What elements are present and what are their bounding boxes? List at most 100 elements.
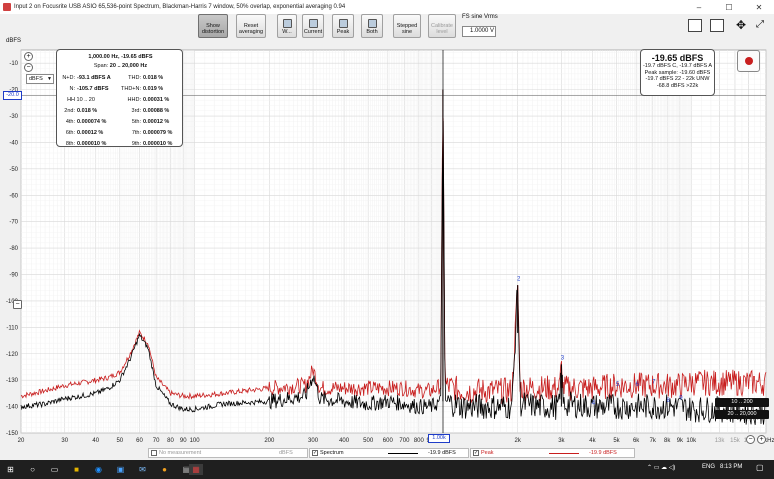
x-tick-label: 7k [650, 438, 657, 444]
x-tick-label: 100 [190, 438, 201, 444]
taskbar: ⊞ ○ ▭ ■ ◉ ▣ ✉ ● ▤ ▦ ⌃ ▭ ☁ ◁) ENG 8:13 PM… [0, 460, 774, 479]
current-button[interactable]: Current [302, 14, 324, 38]
distortion-label: N: [69, 86, 76, 92]
y-tick-label: -80 [9, 246, 18, 252]
search-icon[interactable]: ○ [27, 464, 38, 475]
distortion-value: -93.1 dBFS A [77, 75, 111, 81]
x-tick-label: 8k [664, 438, 671, 444]
checkbox-icon[interactable] [151, 449, 157, 456]
distortion-value: 0.000010 % [143, 141, 173, 147]
distortion-label: 9th: [131, 141, 141, 147]
x-tick-label: 70 [153, 438, 160, 444]
x-zoom-out-icon[interactable]: − [746, 435, 755, 444]
range-button-full[interactable]: 20 .. 20,000 [715, 410, 769, 419]
bar-graph-icon[interactable] [688, 19, 702, 32]
clock[interactable]: 8:13 PM [720, 464, 742, 470]
distortion-label: 3rd: [131, 108, 141, 114]
legend-no-measurement[interactable]: No measurement dBFS [148, 448, 308, 458]
rew-taskbar-icon[interactable]: ▦ [189, 464, 203, 475]
distortion-label: 4th: [65, 119, 75, 125]
app-icon [3, 3, 11, 11]
checkbox-checked-icon[interactable]: ✓ [312, 449, 318, 456]
language-indicator[interactable]: ENG [702, 464, 715, 470]
distortion-label: HHD: [127, 97, 141, 103]
stepped-sine-button[interactable]: Stepped sine [393, 14, 421, 38]
distortion-value: 0.019 % [143, 86, 164, 92]
mail-icon[interactable]: ✉ [137, 464, 148, 475]
close-button[interactable]: ✕ [744, 0, 774, 14]
x-tick-label: 15k [730, 438, 741, 444]
grid-view-icon[interactable] [710, 19, 724, 32]
legend-peak[interactable]: ✓ Peak -19.9 dBFS [470, 448, 635, 458]
level-panel: -19.65 dBFS -19.7 dBFS C, -19.7 dBFS A P… [640, 49, 715, 96]
distortion-label: 2nd: [64, 108, 75, 114]
cursor-freq-box[interactable]: 1.00k [428, 434, 450, 443]
distortion-label: 8th: [65, 141, 75, 147]
distortion-row: 4th: 0.000074 % 5th: 0.00012 % [61, 119, 181, 128]
distortion-header: 1,000.00 Hz, -19.65 dBFS [88, 54, 153, 60]
y-tick-label: -50 [9, 167, 18, 173]
distortion-row: 6th: 0.00012 % 7th: 0.000079 % [61, 130, 181, 139]
y-tick-label: -110 [6, 325, 18, 331]
x-tick-label: 6k [633, 438, 640, 444]
distortion-label: 6th: [65, 130, 75, 136]
app-icon-1[interactable]: ● [159, 464, 170, 475]
reset-averaging-button[interactable]: Reset averaging [236, 14, 266, 38]
x-tick-label: 3k [558, 438, 565, 444]
distortion-label: HH 10 .. 20 [67, 97, 95, 103]
x-tick-label: 500 [363, 438, 374, 444]
peak-button[interactable]: Peak [332, 14, 354, 38]
x-tick-label: 13k [715, 438, 726, 444]
both-button[interactable]: Both [361, 14, 383, 38]
distortion-label: 7th: [131, 130, 141, 136]
y-zoom-out-icon[interactable]: − [13, 300, 22, 309]
y-tick-label: -130 [6, 378, 19, 384]
unit-select[interactable]: dBFS ▼ [26, 74, 54, 84]
show-distortion-button[interactable]: Show distortion [198, 14, 228, 38]
windows-start-icon[interactable]: ⊞ [5, 464, 16, 475]
move-arrows-icon[interactable]: ✥ [734, 19, 748, 32]
tray-icons[interactable]: ⌃ ▭ ☁ ◁) [647, 464, 675, 471]
x-tick-label: 20 [18, 438, 25, 444]
zoom-in-icon[interactable]: + [24, 52, 33, 61]
y-tick-label: -60 [9, 193, 18, 199]
x-tick-label: 700 [399, 438, 410, 444]
no-measurement-label: No measurement [159, 450, 202, 456]
notification-icon[interactable]: ▢ [756, 463, 764, 472]
zoom-out-icon[interactable]: − [24, 63, 33, 72]
y-tick-labels: -10-20-30-40-50-60-70-80-90-100-110-120-… [6, 61, 19, 437]
minimize-button[interactable]: – [684, 0, 714, 14]
range-button-low[interactable]: 10 .. 200 [715, 398, 769, 407]
span-row: Span: 20 .. 20,000 Hz [57, 63, 184, 69]
record-button[interactable] [737, 50, 760, 72]
level-line: -68.8 dBFS >22k [656, 82, 699, 89]
expand-icon[interactable]: ⤢ [756, 19, 767, 32]
store-icon[interactable]: ▣ [115, 464, 126, 475]
unit-select-value: dBFS [29, 76, 43, 82]
x-tick-label: 5k [613, 438, 620, 444]
checkbox-checked-icon[interactable]: ✓ [473, 449, 479, 456]
legend-spectrum[interactable]: ✓ Spectrum -19.9 dBFS [309, 448, 469, 458]
level-line: -19.7 dBFS C, -19.7 dBFS A [642, 63, 713, 69]
x-tick-label: 60 [136, 438, 143, 444]
level-value: -19.65 dBFS [651, 53, 704, 63]
distortion-label: 5th: [131, 119, 141, 125]
maximize-button[interactable]: ☐ [714, 0, 744, 14]
task-view-icon[interactable]: ▭ [49, 464, 60, 475]
spectrum-value: -19.9 dBFS [428, 450, 456, 456]
x-zoom-in-icon[interactable]: + [757, 435, 766, 444]
y-tick-label: -10 [9, 61, 18, 67]
peak-value: -19.9 dBFS [589, 450, 617, 456]
calibrate-level-button[interactable]: Calibrate level [428, 14, 456, 38]
window-select-button[interactable]: W... [277, 14, 297, 38]
fs-sine-input[interactable]: 1.0000 V [462, 26, 496, 37]
level-marker-box[interactable]: -20.0 [3, 91, 22, 100]
x-tick-label: 4k [589, 438, 596, 444]
save-icon [338, 19, 348, 28]
edge-icon[interactable]: ◉ [93, 464, 104, 475]
distortion-row: HH 10 .. 20 HHD: 0.00031 % [61, 97, 181, 106]
x-tick-label: 800 [414, 438, 425, 444]
x-tick-label: 80 [167, 438, 174, 444]
distortion-value: 0.000079 % [143, 130, 173, 136]
folder-icon[interactable]: ■ [71, 464, 82, 475]
